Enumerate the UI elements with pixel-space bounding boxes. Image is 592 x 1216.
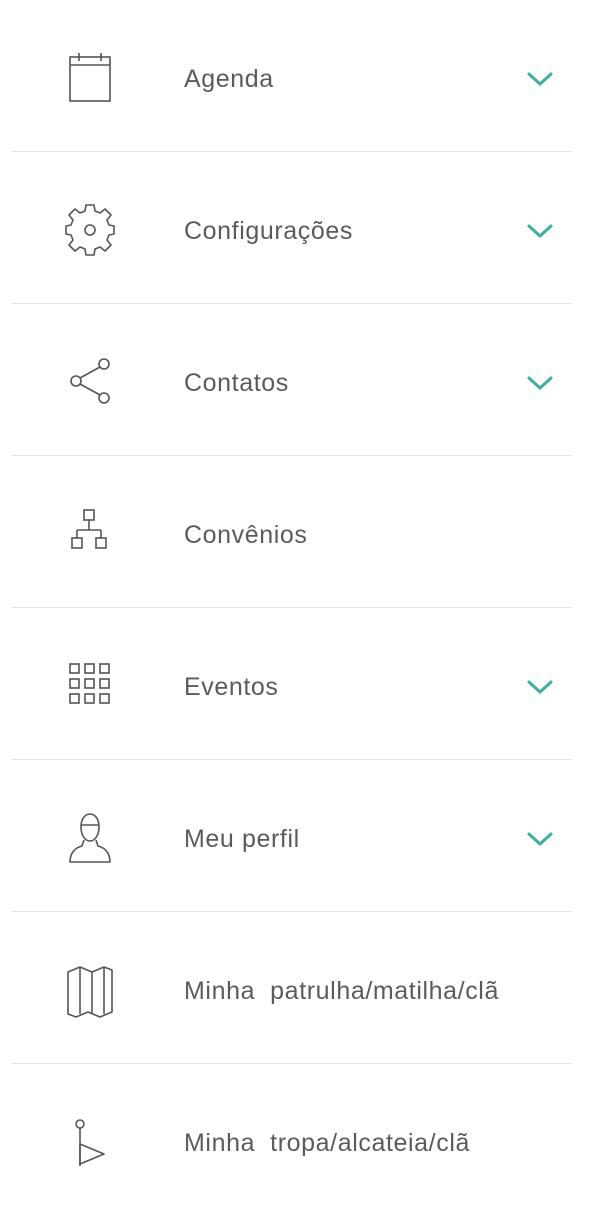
calendar-icon	[62, 50, 118, 106]
chevron-down-icon[interactable]	[524, 68, 556, 90]
chevron-down-icon[interactable]	[524, 372, 556, 394]
menu-item-label: Minha tropa/alcateia/clã	[184, 1129, 470, 1157]
chevron-down-icon[interactable]	[524, 828, 556, 850]
chevron-down-icon[interactable]	[524, 676, 556, 698]
menu-item-label: Agenda	[184, 65, 274, 93]
org-chart-icon	[62, 506, 118, 562]
menu-item-eventos[interactable]: Eventos	[0, 608, 592, 760]
gear-icon	[62, 202, 118, 258]
flag-icon	[62, 1114, 118, 1170]
user-icon	[62, 810, 118, 866]
menu-item-convenios[interactable]: Convênios	[0, 456, 592, 608]
menu-item-minha-patrulha[interactable]: Minha patrulha/matilha/clã	[0, 912, 592, 1064]
menu-item-label: Convênios	[184, 521, 308, 549]
menu-item-label: Configurações	[184, 217, 354, 245]
menu-item-contatos[interactable]: Contatos	[0, 304, 592, 456]
side-menu: Agenda Configurações Contatos Convênios …	[0, 0, 592, 1216]
menu-item-configuracoes[interactable]: Configurações	[0, 152, 592, 304]
menu-item-minha-tropa[interactable]: Minha tropa/alcateia/clã	[0, 1064, 592, 1216]
menu-item-agenda[interactable]: Agenda	[0, 0, 592, 152]
menu-item-label: Eventos	[184, 673, 279, 701]
chevron-down-icon[interactable]	[524, 220, 556, 242]
menu-item-label: Minha patrulha/matilha/clã	[184, 977, 499, 1005]
menu-item-label: Contatos	[184, 369, 289, 397]
menu-item-meu-perfil[interactable]: Meu perfil	[0, 760, 592, 912]
map-icon	[62, 962, 118, 1018]
grid-icon	[62, 658, 118, 714]
menu-item-label: Meu perfil	[184, 825, 300, 853]
share-icon	[62, 354, 118, 410]
